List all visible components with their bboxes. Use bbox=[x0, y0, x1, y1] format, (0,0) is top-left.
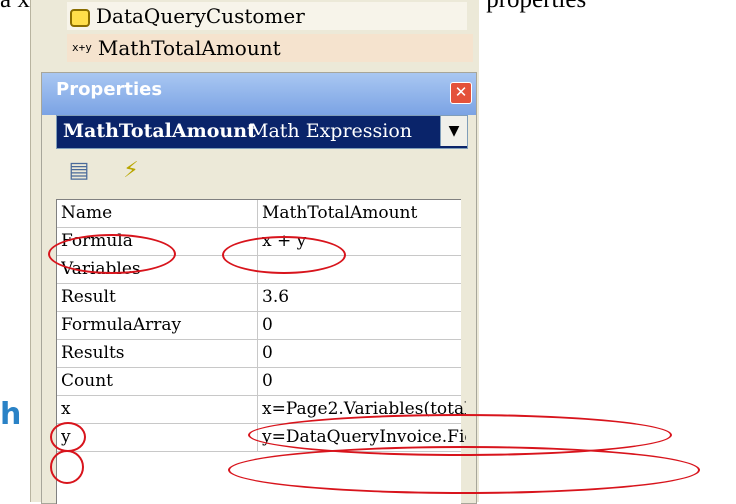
object-selector[interactable]: MathTotalAmount Math Expression ▼ bbox=[56, 115, 468, 149]
annotation-circle-y-value bbox=[228, 446, 700, 494]
property-value[interactable]: MathTotalAmount bbox=[257, 200, 466, 227]
chevron-down-icon[interactable]: ▼ bbox=[440, 116, 467, 146]
close-icon[interactable]: ✕ bbox=[450, 82, 472, 104]
property-name: FormulaArray bbox=[61, 315, 182, 335]
annotation-circle-formula-name bbox=[48, 234, 176, 274]
object-type: Math Expression bbox=[249, 120, 413, 142]
property-value[interactable]: 0 bbox=[257, 312, 466, 339]
property-name: Result bbox=[61, 287, 116, 307]
annotation-circle-formula-value bbox=[222, 236, 346, 274]
tree-item-dataquerycustomer[interactable]: DataQueryCustomer bbox=[67, 2, 467, 30]
property-value[interactable]: 0 bbox=[257, 340, 466, 367]
math-expression-icon: x+y bbox=[72, 41, 92, 54]
object-name: MathTotalAmount bbox=[63, 120, 256, 142]
events-lightning-icon[interactable]: ⚡ bbox=[116, 156, 146, 186]
property-name: Name bbox=[61, 203, 113, 223]
property-pages-icon[interactable]: ▤ bbox=[64, 156, 94, 186]
property-name: x bbox=[61, 399, 71, 419]
tree-item-label: MathTotalAmount bbox=[97, 36, 281, 60]
tree-item-label: DataQueryCustomer bbox=[96, 4, 305, 28]
property-row-name[interactable]: Name MathTotalAmount bbox=[57, 200, 461, 228]
database-icon bbox=[70, 8, 90, 27]
annotation-circle-y-name bbox=[50, 450, 84, 484]
property-name: y bbox=[61, 427, 71, 447]
property-row-result[interactable]: Result 3.6 bbox=[57, 284, 461, 312]
property-row-formulaarray[interactable]: FormulaArray 0 bbox=[57, 312, 461, 340]
tree-item-mathtotalamount[interactable]: x+y MathTotalAmount bbox=[67, 34, 473, 62]
properties-title: Properties bbox=[56, 79, 163, 100]
background-text-fragment: h bbox=[0, 397, 22, 432]
property-name: Results bbox=[61, 343, 125, 363]
properties-title-bar[interactable]: Properties ✕ bbox=[42, 73, 476, 115]
property-row-count[interactable]: Count 0 bbox=[57, 368, 461, 396]
property-value[interactable]: 0 bbox=[257, 368, 466, 395]
property-value[interactable]: 3.6 bbox=[257, 284, 466, 311]
annotation-circle-x-name bbox=[50, 422, 86, 452]
property-name: Count bbox=[61, 371, 113, 391]
properties-toolbar: ▤ ⚡ bbox=[56, 149, 466, 193]
property-row-results[interactable]: Results 0 bbox=[57, 340, 461, 368]
